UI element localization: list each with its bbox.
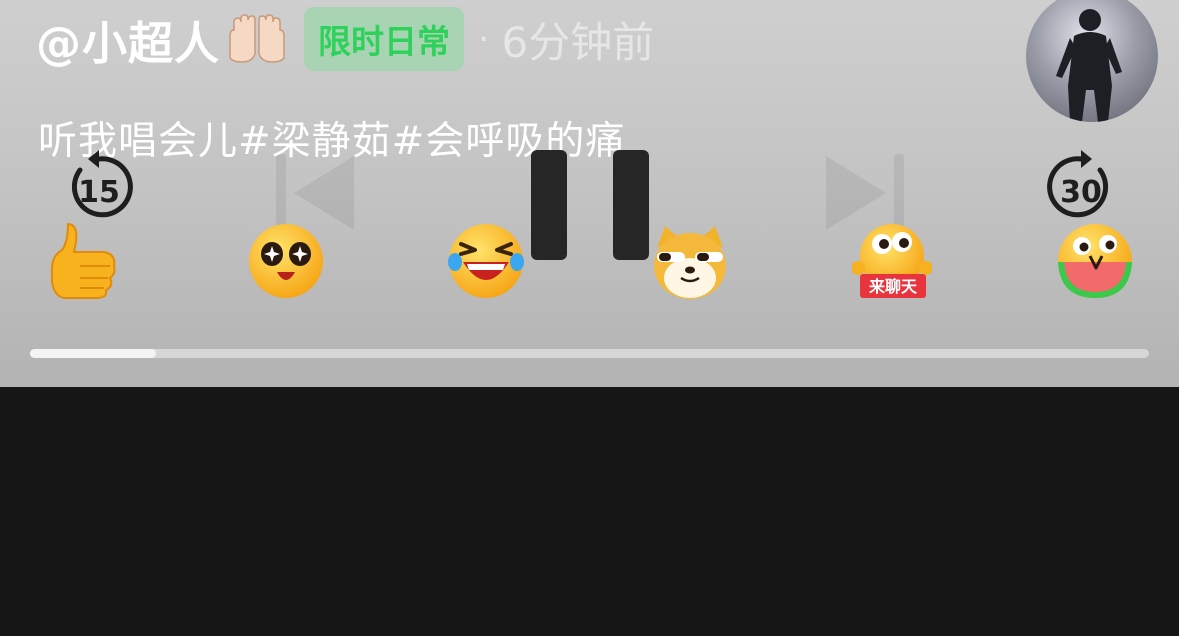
laugh-cry-emoji[interactable] [447, 222, 525, 300]
post-time: 6分钟前 [501, 17, 655, 67]
progress-fill [30, 349, 157, 358]
post-header: @小超人 限时日常 · 6分钟前 [36, 6, 654, 72]
pause-icon[interactable] [528, 148, 652, 262]
username[interactable]: @小超人 [36, 7, 220, 72]
story-card[interactable]: @小超人 限时日常 · 6分钟前 听我唱会儿#梁静茹#会呼吸的痛 15 30 来… [0, 0, 1179, 387]
watermelon-emoji[interactable] [1056, 222, 1134, 300]
raised-hands-icon [224, 14, 290, 64]
avatar[interactable] [1026, 0, 1158, 122]
dark-background-area [0, 387, 1179, 636]
status-tag[interactable]: 限时日常 [304, 7, 465, 71]
separator-dot: · [478, 18, 490, 60]
lets-chat-emoji[interactable]: 来聊天 [851, 222, 933, 300]
progress-bar[interactable] [30, 349, 1149, 358]
forward-seconds: 30 [1060, 175, 1102, 210]
chat-label: 来聊天 [868, 277, 918, 296]
starry-eyes-emoji[interactable] [247, 222, 325, 300]
doge-emoji[interactable] [651, 222, 729, 300]
forward-30-icon[interactable]: 30 [1042, 148, 1120, 226]
rewind-15-icon[interactable]: 15 [60, 148, 138, 226]
thumbs-up-emoji[interactable] [44, 222, 122, 300]
rewind-seconds: 15 [78, 175, 120, 210]
